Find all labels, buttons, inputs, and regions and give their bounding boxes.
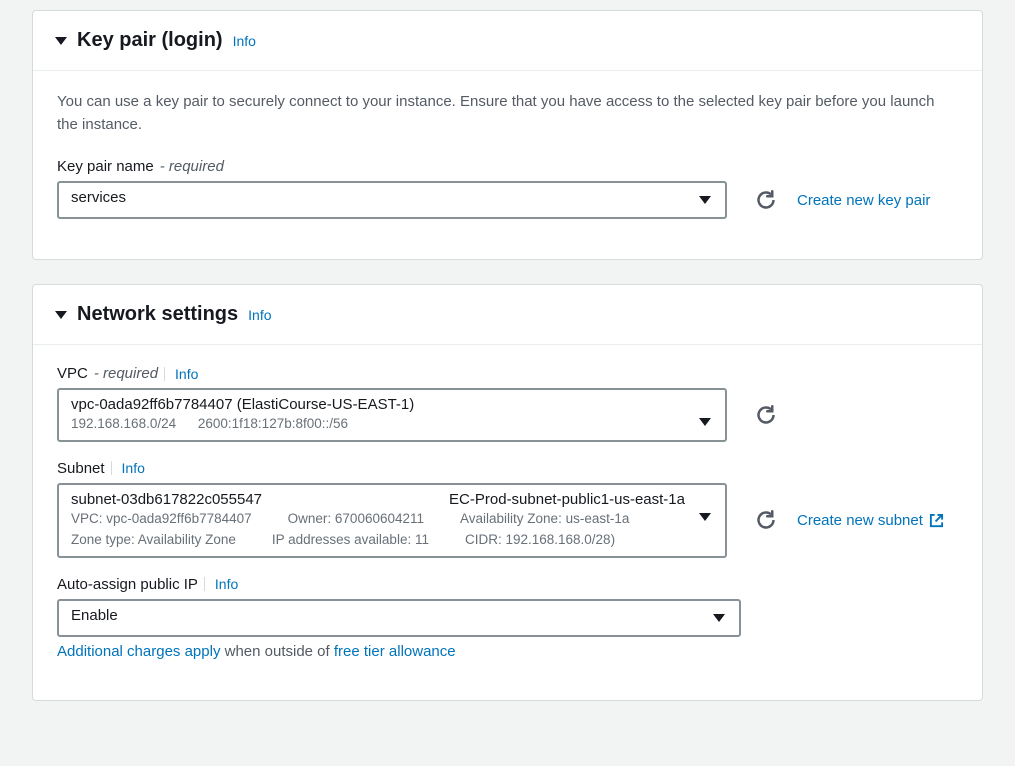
refresh-keypair-button[interactable] [755, 189, 777, 211]
keypair-value: services [71, 189, 126, 206]
subnet-ips: IP addresses available: 11 [272, 531, 429, 550]
chevron-down-icon [699, 418, 711, 426]
keypair-side: Create new key pair [755, 189, 930, 211]
refresh-vpc-button[interactable] [755, 404, 777, 426]
network-panel: Network settings Info VPC - required Inf… [32, 284, 983, 701]
autoip-row: Enable [57, 599, 958, 637]
refresh-subnet-button[interactable] [755, 509, 777, 531]
autoip-select-wrap: Enable [57, 599, 741, 637]
keypair-title: Key pair (login) [77, 29, 223, 52]
subnet-az: Availability Zone: us-east-1a [460, 510, 629, 529]
autoip-select[interactable]: Enable [57, 599, 741, 637]
vpc-cidr6: 2600:1f18:127b:8f00::/56 [198, 416, 348, 431]
autoip-label-row: Auto-assign public IP Info [57, 576, 958, 593]
keypair-required: - required [160, 158, 224, 175]
keypair-label-row: Key pair name - required [57, 158, 958, 175]
vpc-select-wrap: vpc-0ada92ff6b7784407 (ElastiCourse-US-E… [57, 388, 727, 442]
vpc-select[interactable]: vpc-0ada92ff6b7784407 (ElastiCourse-US-E… [57, 388, 727, 442]
chevron-down-icon [699, 196, 711, 204]
autoip-value: Enable [71, 607, 118, 624]
subnet-select-wrap: subnet-03db617822c055547 EC-Prod-subnet-… [57, 483, 727, 558]
refresh-icon [756, 510, 776, 530]
subnet-row: subnet-03db617822c055547 EC-Prod-subnet-… [57, 483, 958, 558]
subnet-zonetype: Zone type: Availability Zone [71, 531, 236, 550]
vpc-row: vpc-0ada92ff6b7784407 (ElastiCourse-US-E… [57, 388, 958, 442]
keypair-help: You can use a key pair to securely conne… [57, 91, 958, 136]
freetier-link[interactable]: free tier allowance [334, 643, 456, 660]
keypair-panel: Key pair (login) Info You can use a key … [32, 10, 983, 260]
subnet-sub2: Zone type: Availability Zone IP addresse… [71, 531, 685, 550]
charges-link[interactable]: Additional charges apply [57, 643, 220, 660]
subnet-owner: Owner: 670060604211 [288, 510, 424, 529]
subnet-cidr: CIDR: 192.168.168.0/28) [465, 531, 615, 550]
subnet-label: Subnet [57, 460, 105, 477]
external-link-icon [929, 513, 944, 528]
autoip-field: Auto-assign public IP Info Enable Additi… [57, 576, 958, 660]
keypair-label: Key pair name [57, 158, 154, 175]
keypair-field: Key pair name - required services Create… [57, 158, 958, 219]
vpc-field: VPC - required Info vpc-0ada92ff6b778440… [57, 365, 958, 442]
chevron-down-icon [699, 513, 711, 521]
keypair-select[interactable]: services [57, 181, 727, 219]
subnet-sub1: VPC: vpc-0ada92ff6b7784407 Owner: 670060… [71, 510, 685, 529]
keypair-info-link[interactable]: Info [233, 33, 256, 49]
subnet-id: subnet-03db617822c055547 [71, 491, 262, 508]
subnet-label-row: Subnet Info [57, 460, 958, 477]
refresh-icon [756, 190, 776, 210]
vpc-label-row: VPC - required Info [57, 365, 958, 382]
network-header[interactable]: Network settings Info [33, 285, 982, 345]
create-subnet-label: Create new subnet [797, 512, 923, 529]
subnet-field: Subnet Info subnet-03db617822c055547 EC-… [57, 460, 958, 558]
refresh-icon [756, 405, 776, 425]
vpc-side [755, 404, 777, 426]
autoip-info-link[interactable]: Info [204, 576, 238, 592]
subnet-top: subnet-03db617822c055547 EC-Prod-subnet-… [71, 491, 685, 508]
vpc-subline: 192.168.168.0/24 2600:1f18:127b:8f00::/5… [71, 415, 685, 434]
subnet-side: Create new subnet [755, 509, 944, 531]
keypair-body: You can use a key pair to securely conne… [33, 71, 982, 259]
network-title: Network settings [77, 303, 238, 326]
vpc-cidr4: 192.168.168.0/24 [71, 416, 176, 431]
keypair-header[interactable]: Key pair (login) Info [33, 11, 982, 71]
vpc-info-link[interactable]: Info [164, 366, 198, 382]
subnet-vpc: VPC: vpc-0ada92ff6b7784407 [71, 510, 252, 529]
autoip-note: Additional charges apply when outside of… [57, 643, 958, 660]
create-keypair-link[interactable]: Create new key pair [797, 192, 930, 209]
chevron-down-icon [713, 614, 725, 622]
caret-down-icon [55, 37, 67, 45]
subnet-select[interactable]: subnet-03db617822c055547 EC-Prod-subnet-… [57, 483, 727, 558]
vpc-label: VPC [57, 365, 88, 382]
keypair-row: services Create new key pair [57, 181, 958, 219]
keypair-select-wrap: services [57, 181, 727, 219]
create-subnet-link[interactable]: Create new subnet [797, 512, 944, 529]
network-body: VPC - required Info vpc-0ada92ff6b778440… [33, 345, 982, 700]
subnet-name: EC-Prod-subnet-public1-us-east-1a [449, 491, 685, 508]
caret-down-icon [55, 311, 67, 319]
vpc-required: - required [94, 365, 158, 382]
note-mid: when outside of [220, 643, 333, 660]
subnet-info-link[interactable]: Info [111, 460, 145, 476]
vpc-value: vpc-0ada92ff6b7784407 (ElastiCourse-US-E… [71, 396, 685, 413]
network-info-link[interactable]: Info [248, 307, 271, 323]
autoip-label: Auto-assign public IP [57, 576, 198, 593]
